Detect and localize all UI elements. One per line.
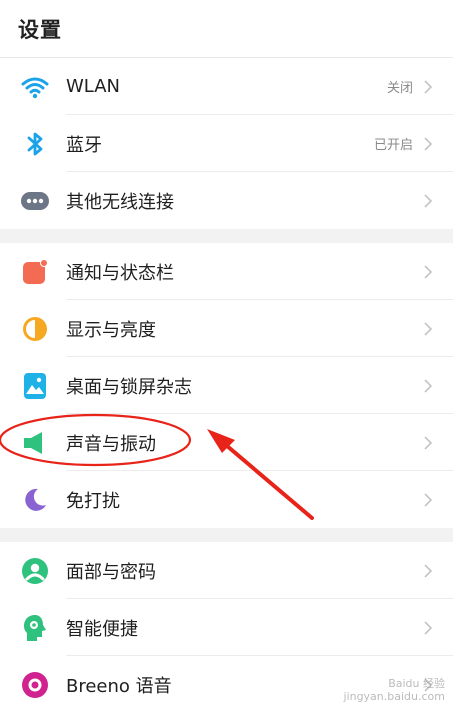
chevron-right-icon xyxy=(419,136,437,151)
sound-icon xyxy=(21,429,49,457)
chevron-right-icon xyxy=(419,492,437,507)
settings-item-other-connections[interactable]: 其他无线连接 xyxy=(0,172,453,229)
face-password-icon xyxy=(21,557,49,585)
chevron-right-icon xyxy=(419,620,437,635)
settings-item-status: 已开启 xyxy=(373,138,413,153)
bluetooth-icon xyxy=(21,130,49,158)
smart-assist-icon xyxy=(21,614,49,642)
settings-group-connectivity: WLAN 关闭 蓝牙 已开启 其他无线连接 xyxy=(0,58,453,229)
settings-item-smart-assist[interactable]: 智能便捷 xyxy=(0,599,453,656)
chevron-right-icon xyxy=(419,378,437,393)
settings-item-face-password[interactable]: 面部与密码 xyxy=(0,542,453,599)
settings-item-display[interactable]: 显示与亮度 xyxy=(0,300,453,357)
section-gap xyxy=(0,229,453,243)
settings-item-label: 桌面与锁屏杂志 xyxy=(66,376,192,398)
settings-item-notifications[interactable]: 通知与状态栏 xyxy=(0,243,453,300)
settings-item-bluetooth[interactable]: 蓝牙 已开启 xyxy=(0,115,453,172)
watermark-line1: Baidu 经验 xyxy=(388,676,445,690)
settings-item-status: 关闭 xyxy=(386,81,413,96)
more-connections-icon xyxy=(21,187,49,215)
settings-item-label: 声音与振动 xyxy=(66,433,156,455)
chevron-right-icon xyxy=(419,193,437,208)
settings-item-do-not-disturb[interactable]: 免打扰 xyxy=(0,471,453,528)
wifi-icon xyxy=(21,73,49,101)
display-brightness-icon xyxy=(21,315,49,343)
chevron-right-icon xyxy=(419,435,437,450)
chevron-right-icon xyxy=(419,321,437,336)
watermark: Baidu 经验 jingyan.baidu.com xyxy=(343,677,445,705)
wallpaper-icon xyxy=(21,372,49,400)
breeno-icon xyxy=(21,671,49,699)
page-header: 设置 xyxy=(0,0,453,58)
chevron-right-icon xyxy=(419,563,437,578)
watermark-line2: jingyan.baidu.com xyxy=(343,690,445,704)
settings-item-label: 通知与状态栏 xyxy=(66,262,174,284)
settings-item-label: 显示与亮度 xyxy=(66,319,156,341)
settings-item-label: 其他无线连接 xyxy=(66,191,174,213)
settings-item-wlan[interactable]: WLAN 关闭 xyxy=(0,58,453,115)
settings-item-label: 免打扰 xyxy=(66,490,120,512)
settings-item-label: WLAN xyxy=(66,76,121,97)
settings-item-wallpaper[interactable]: 桌面与锁屏杂志 xyxy=(0,357,453,414)
settings-item-label: 面部与密码 xyxy=(66,561,156,583)
settings-group-display: 通知与状态栏 显示与亮度 桌面与锁屏杂志 声音与振动 免打扰 xyxy=(0,243,453,528)
moon-icon xyxy=(21,486,49,514)
chevron-right-icon xyxy=(419,264,437,279)
page-title: 设置 xyxy=(18,17,62,42)
settings-item-label: 智能便捷 xyxy=(66,618,138,640)
chevron-right-icon xyxy=(419,79,437,94)
settings-item-sound[interactable]: 声音与振动 xyxy=(0,414,453,471)
settings-item-label: 蓝牙 xyxy=(66,134,102,156)
section-gap xyxy=(0,528,453,542)
notification-icon xyxy=(21,258,49,286)
